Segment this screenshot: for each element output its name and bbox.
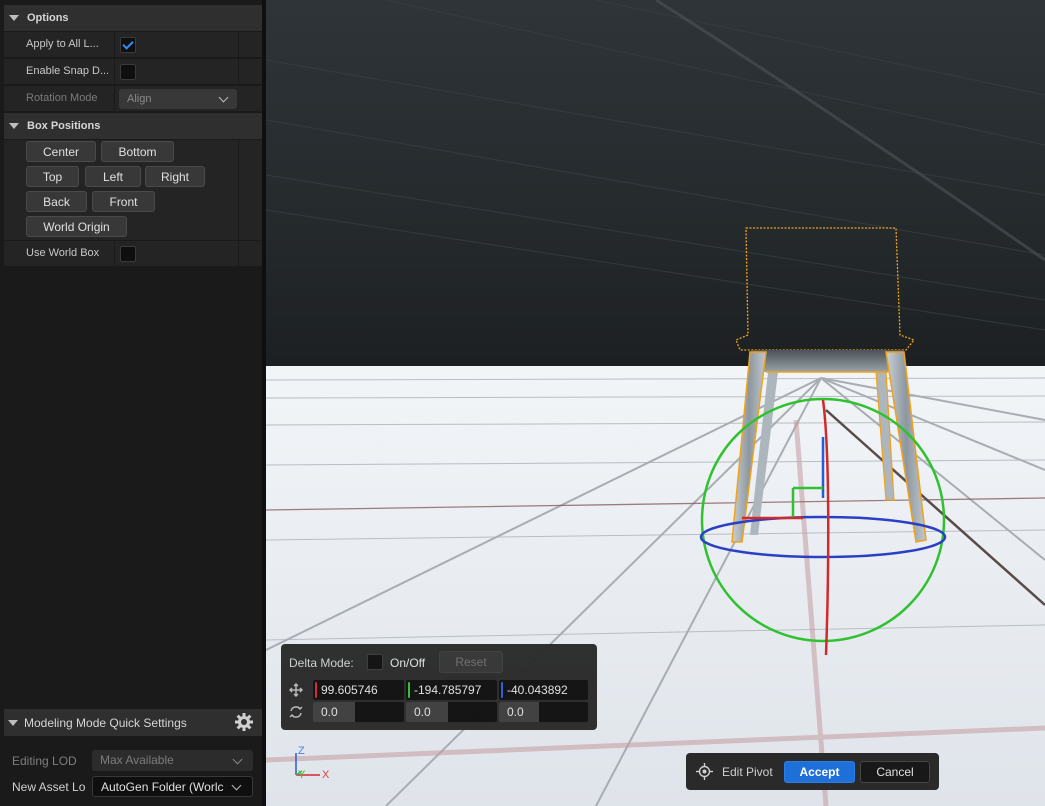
center-button[interactable]: Center bbox=[26, 141, 96, 162]
chevron-down-icon bbox=[218, 92, 229, 103]
apply-all-checkbox[interactable] bbox=[120, 37, 136, 53]
ceiling-surface bbox=[266, 0, 1045, 366]
collapse-arrow-icon bbox=[8, 719, 18, 726]
cancel-button[interactable]: Cancel bbox=[860, 761, 930, 783]
new-asset-location-dropdown[interactable]: AutoGen Folder (Worlc bbox=[92, 776, 253, 797]
axis-x-label: X bbox=[322, 769, 330, 781]
gear-icon[interactable] bbox=[234, 712, 254, 732]
enable-snap-row: Enable Snap D... bbox=[4, 59, 262, 85]
new-asset-location-row: New Asset Lo AutoGen Folder (Worlc bbox=[4, 774, 262, 800]
enable-snap-label: Enable Snap D... bbox=[26, 65, 108, 77]
accept-button[interactable]: Accept bbox=[784, 761, 855, 783]
translate-y-field[interactable]: -194.785797 bbox=[406, 680, 497, 700]
translate-z-field[interactable]: -40.043892 bbox=[499, 680, 588, 700]
front-button[interactable]: Front bbox=[92, 191, 155, 212]
top-button[interactable]: Top bbox=[26, 166, 79, 187]
use-world-box-checkbox[interactable] bbox=[120, 246, 136, 262]
delta-mode-label: Delta Mode: bbox=[289, 656, 354, 670]
chevron-down-icon bbox=[232, 754, 243, 765]
rotation-mode-label: Rotation Mode bbox=[26, 92, 98, 104]
options-section-header[interactable]: Options bbox=[4, 5, 262, 31]
world-origin-button[interactable]: World Origin bbox=[26, 216, 127, 237]
translate-icon bbox=[289, 683, 303, 697]
rotate-icon bbox=[289, 706, 303, 718]
rotate-x-field[interactable]: 0.0 bbox=[313, 702, 404, 722]
rotation-mode-dropdown[interactable]: Align bbox=[119, 89, 237, 109]
delta-mode-checkbox[interactable] bbox=[367, 654, 383, 670]
apply-all-row: Apply to All L... bbox=[4, 32, 262, 58]
collapse-arrow-icon bbox=[9, 15, 19, 21]
apply-all-label: Apply to All L... bbox=[26, 38, 99, 50]
editing-lod-value: Max Available bbox=[100, 753, 174, 767]
enable-snap-checkbox[interactable] bbox=[120, 64, 136, 80]
quick-settings-header[interactable]: Modeling Mode Quick Settings bbox=[4, 709, 262, 736]
left-button[interactable]: Left bbox=[85, 166, 141, 187]
new-asset-location-value: AutoGen Folder (Worlc bbox=[101, 780, 224, 794]
box-positions-header-label: Box Positions bbox=[27, 120, 101, 132]
editing-lod-row: Editing LOD Max Available bbox=[4, 748, 262, 774]
axis-z-label: Z bbox=[298, 745, 305, 757]
editing-lod-dropdown[interactable]: Max Available bbox=[92, 750, 253, 771]
rotation-mode-row: Rotation Mode Align bbox=[4, 86, 262, 112]
translate-x-field[interactable]: 99.605746 bbox=[313, 680, 404, 700]
onoff-label: On/Off bbox=[390, 656, 426, 670]
back-button[interactable]: Back bbox=[26, 191, 87, 212]
pivot-target-icon bbox=[696, 763, 713, 780]
use-world-box-label: Use World Box bbox=[26, 247, 100, 259]
axis-indicator: Z Y X bbox=[290, 745, 335, 785]
rotation-mode-value: Align bbox=[127, 93, 152, 105]
edit-pivot-toolbar: Edit Pivot Accept Cancel bbox=[686, 753, 939, 790]
options-header-label: Options bbox=[27, 12, 69, 24]
right-button[interactable]: Right bbox=[145, 166, 205, 187]
edit-pivot-label: Edit Pivot bbox=[722, 765, 773, 779]
quick-settings-title: Modeling Mode Quick Settings bbox=[24, 715, 187, 730]
bottom-button[interactable]: Bottom bbox=[101, 141, 174, 162]
editing-lod-label: Editing LOD bbox=[12, 754, 77, 768]
rotate-y-field[interactable]: 0.0 bbox=[406, 702, 497, 722]
delta-transform-panel: Delta Mode: On/Off Reset 99.605746 -194.… bbox=[281, 644, 597, 730]
use-world-box-row: Use World Box bbox=[4, 241, 262, 267]
collapse-arrow-icon bbox=[9, 123, 19, 129]
reset-button[interactable]: Reset bbox=[439, 651, 503, 673]
box-positions-buttons: Center Bottom Top Left Right Back Front … bbox=[4, 140, 262, 240]
box-positions-section-header[interactable]: Box Positions bbox=[4, 113, 262, 139]
chevron-down-icon bbox=[231, 780, 242, 791]
details-panel: Options Apply to All L... Enable Snap D.… bbox=[0, 0, 266, 806]
new-asset-location-label: New Asset Lo bbox=[12, 780, 86, 794]
axis-y-label: Y bbox=[298, 769, 306, 781]
rotate-z-field[interactable]: 0.0 bbox=[499, 702, 588, 722]
floor-grid bbox=[266, 366, 1045, 806]
